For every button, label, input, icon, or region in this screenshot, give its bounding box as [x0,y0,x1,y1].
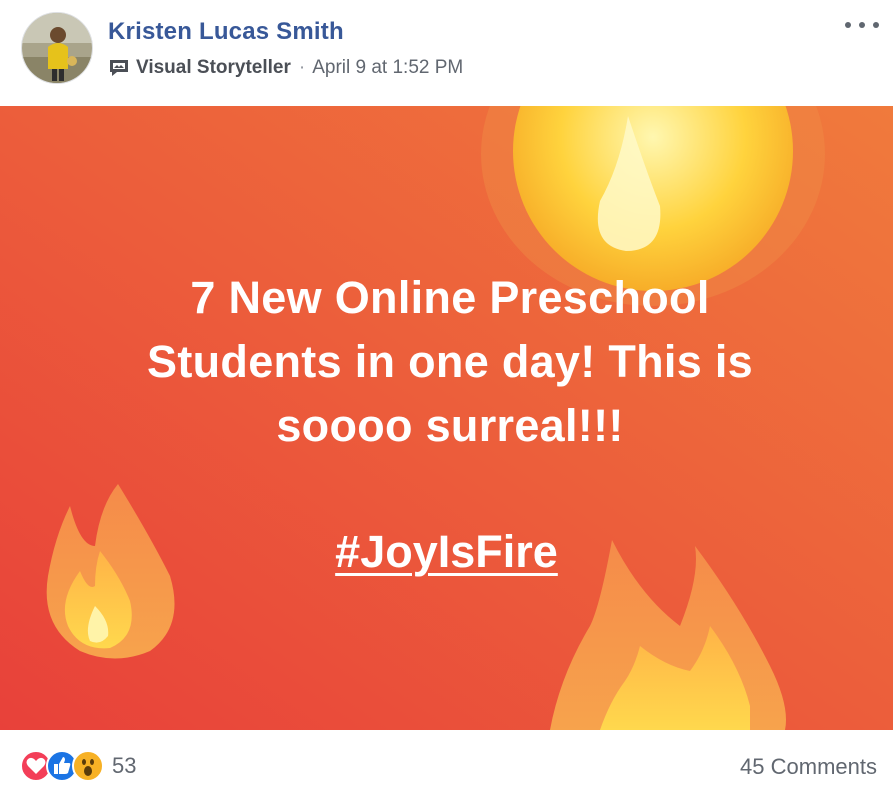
post-message: 7 New Online Preschool Students in one d… [60,266,840,458]
reaction-count: 53 [112,753,137,778]
author-avatar[interactable] [21,12,93,84]
post-message-line: Students in one day! This is [147,336,753,387]
more-options-icon[interactable] [845,16,879,34]
visual-storyteller-badge-icon [108,58,130,78]
comments-count-link[interactable]: 45 Comments [740,754,877,780]
meta-separator: · [298,57,306,78]
post-footer: 53 45 Comments [0,730,893,794]
hashtag-container: #JoyIsFire [0,526,893,578]
author-name[interactable]: Kristen Lucas Smith [108,18,344,46]
badge-label[interactable]: Visual Storyteller [136,57,291,79]
reactions-summary[interactable]: 53 [20,750,136,782]
post-message-line: 7 New Online Preschool [190,272,710,323]
post-timestamp[interactable]: April 9 at 1:52 PM [312,57,463,79]
post-background: 7 New Online Preschool Students in one d… [0,106,893,730]
post-meta: Visual Storyteller · April 9 at 1:52 PM [108,56,463,80]
post-header: Kristen Lucas Smith Visual Storyteller ·… [0,0,893,106]
post-message-line: soooo surreal!!! [276,400,624,451]
hashtag-link[interactable]: #JoyIsFire [335,526,558,577]
wow-reaction-icon [72,750,104,782]
